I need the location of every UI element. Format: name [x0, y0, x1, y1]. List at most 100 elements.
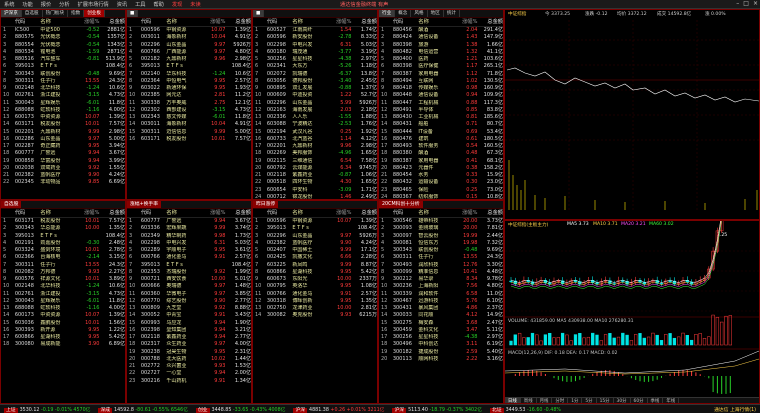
- table-row[interactable]: 7 300343 联创股份 -0.48 9.69亿: [1, 71, 125, 78]
- column-header[interactable]: 涨幅%: [206, 209, 225, 217]
- table-row[interactable]: 2 300343 华总能源 10.00 1.35亿: [1, 225, 125, 232]
- panel-title[interactable]: 昨日涨停: [253, 201, 279, 208]
- table-row[interactable]: 4 880534 锂电池 -1.59 2871亿: [1, 49, 125, 56]
- table-row[interactable]: 9 600673 东阳光 10.00 2337万: [253, 276, 377, 283]
- table-row[interactable]: 6 002425 凯撒文化 6.66 2.28亿: [253, 254, 377, 261]
- panel-c-label[interactable]: ■: [253, 10, 265, 17]
- index-quote[interactable]: 北证 3449.53 -16.60 -0.48%: [486, 406, 565, 413]
- table-row[interactable]: 15 002201 九鼎新材 9.99 2.98亿: [1, 129, 125, 136]
- table-row[interactable]: 8 002082 万邦德 9.93 2.27亿: [1, 269, 125, 276]
- table-row[interactable]: 16 880476 建筑 0.61 180.5亿: [379, 136, 503, 143]
- table-row[interactable]: 5 002289 宇顺电子 9.95 3.61亿: [127, 247, 251, 254]
- column-header[interactable]: 涨幅%: [206, 18, 225, 26]
- table-row[interactable]: 6 000766 通化金马 9.91 2.57亿: [127, 254, 251, 261]
- close-icon[interactable]: ×: [753, 0, 758, 7]
- table-row[interactable]: 3 880398 旅游 1.38 1.66亿: [379, 42, 503, 49]
- table-row[interactable]: 11 600360 华微电子 9.97 3.85亿: [127, 291, 251, 298]
- column-header[interactable]: 总金额: [351, 209, 377, 217]
- panel-title[interactable]: 涨幅+换手率: [127, 201, 162, 208]
- table-row[interactable]: 2 880575 光伏概念 -0.54 1357亿: [1, 34, 125, 41]
- table-row[interactable]: 4 600180 瑞茂通 -3.77 3.19亿: [253, 49, 377, 56]
- column-header[interactable]: 名称: [418, 18, 451, 26]
- table-row[interactable]: 14 880431 船舶 0.71 80.7亿: [379, 121, 503, 128]
- table-row[interactable]: 4 002298 中电兴发 6.31 5.03亿: [127, 240, 251, 247]
- table-row[interactable]: 6 300311 任子行 13.55 24.3亿: [379, 254, 503, 261]
- tab-index[interactable]: 指数: [68, 10, 85, 17]
- table-row[interactable]: 13 688088 虹软科技 -1.16 4.00亿: [1, 305, 125, 312]
- column-header[interactable]: 总金额: [477, 18, 503, 26]
- table-row[interactable]: 12 300467 迅游科技 5.76 6.10亿: [379, 298, 503, 305]
- table-row[interactable]: 15 880444 IT设备 0.69 53.4亿: [379, 129, 503, 136]
- menu-item-function[interactable]: 功能: [18, 1, 36, 8]
- table-row[interactable]: 18 300496 中科创达 3.11 6.19亿: [379, 341, 503, 348]
- column-header[interactable]: 代码: [15, 209, 41, 217]
- table-row[interactable]: 19 000858 华富股份 9.94 3.99亿: [1, 158, 125, 165]
- menu-item-discover[interactable]: 发现: [168, 1, 186, 8]
- table-row[interactable]: 23 300216 千山药机 9.91 1.34亿: [127, 378, 251, 385]
- table-row[interactable]: 12 002302 西部建设 -3.15 4.73亿: [127, 107, 251, 114]
- table-row[interactable]: 4 002382 蓝帆医疗 9.90 4.24亿: [253, 240, 377, 247]
- table-row[interactable]: 10 600666 奥瑞德 9.97 1.48亿: [127, 283, 251, 290]
- table-row[interactable]: 4 880482 电信运营 1.32 41.1亿: [379, 49, 503, 56]
- table-row[interactable]: 18 600777 广誉远 9.94 3.67亿: [1, 150, 125, 157]
- table-row[interactable]: 15 300311 迈信信息 9.99 5.00亿: [127, 129, 251, 136]
- table-row[interactable]: 2 003011 海象新材 10.04 4.91亿: [127, 34, 251, 41]
- table-row[interactable]: 7 002072 凯瑞德 -6.37 13.8亿: [253, 71, 377, 78]
- table-row[interactable]: 1 600527 江南高纤 1.54 1.74亿: [253, 27, 377, 34]
- table-row[interactable]: 12 300043 星辉娱乐 -6.01 11.8亿: [1, 298, 125, 305]
- column-header[interactable]: 总金额: [99, 209, 125, 217]
- table-row[interactable]: 19 300182 捷成股份 2.59 5.40亿: [379, 349, 503, 356]
- table-row[interactable]: 5 300256 星星科技 -4.38 2.97亿: [253, 56, 377, 63]
- column-header[interactable]: 名称: [418, 209, 451, 217]
- column-header[interactable]: 总金额: [99, 18, 125, 26]
- table-row[interactable]: 15 002194 武汉凡谷 0.25 1.92亿: [253, 129, 377, 136]
- column-header[interactable]: 名称: [40, 209, 73, 217]
- table-row[interactable]: 6 880398 医疗保健 1.17 265.1亿: [379, 63, 503, 70]
- table-row[interactable]: 6 002341 大东方 -5.26 1.18亿: [253, 63, 377, 70]
- table-row[interactable]: 11 880447 工程机械 0.88 117.3亿: [379, 100, 503, 107]
- column-header[interactable]: 总金额: [351, 18, 377, 26]
- table-row[interactable]: 9 600576 祥源文化 10.01 3.89亿: [1, 276, 125, 283]
- table-row[interactable]: 3 002298 中电兴发 6.31 5.03亿: [253, 42, 377, 49]
- table-row[interactable]: 16 300393 新开源 9.95 1.22亿: [1, 327, 125, 334]
- table-row[interactable]: 14 300052 中青宝 9.91 3.43亿: [127, 312, 251, 319]
- tab-gem[interactable]: 创业板: [84, 10, 105, 17]
- column-header[interactable]: 总金额: [225, 209, 251, 217]
- table-row[interactable]: 19 300238 冠昊生物 9.95 2.31亿: [127, 349, 251, 356]
- table-row[interactable]: 14 603088 宁波精达 -2.53 1.76亿: [253, 121, 377, 128]
- table-row[interactable]: 14 300082 奥克股份 9.93 6215万: [253, 312, 377, 319]
- table-row[interactable]: 1 300546 雄帝科技 20.00 3.73亿: [379, 218, 503, 225]
- table-row[interactable]: 1 600777 广誉远 9.94 3.67亿: [127, 218, 251, 225]
- column-header[interactable]: 名称: [292, 209, 325, 217]
- table-row[interactable]: 13 880430 工业机械 0.81 185.6亿: [379, 114, 503, 121]
- table-row[interactable]: 7 002140 华东科技 -1.24 10.6亿: [127, 71, 251, 78]
- table-row[interactable]: 3 002349 精华制药 9.98 1.73亿: [127, 233, 251, 240]
- menu-item-news[interactable]: 资讯: [113, 1, 131, 8]
- table-row[interactable]: 7 880387 家用电器 1.12 71.8亿: [379, 71, 503, 78]
- column-header[interactable]: 涨幅%: [458, 209, 477, 217]
- table-row[interactable]: 16 300459 金科文化 3.47 5.11亿: [379, 327, 503, 334]
- table-row[interactable]: 3 002296 山东金晶 9.97 5926万: [127, 42, 251, 49]
- table-row[interactable]: 13 600173 中资资源 10.07 1.39亿: [1, 114, 125, 121]
- table-row[interactable]: 22 002727 一心堂 9.94 2.00亿: [127, 370, 251, 377]
- column-header[interactable]: 代码: [141, 18, 167, 26]
- table-row[interactable]: 17 300256 星星科技 -4.38 2.97亿: [379, 334, 503, 341]
- table-row[interactable]: 16 002286 山东金晶 9.97 5.00亿: [1, 136, 125, 143]
- column-header[interactable]: 代码: [267, 209, 293, 217]
- table-row[interactable]: 5 002407 中国稀土 9.99 17.1亿: [253, 247, 377, 254]
- table-row[interactable]: 2 603336 宏辉果蔬 9.99 3.74亿: [127, 225, 251, 232]
- table-row[interactable]: 16 600733 北汽蓝谷 1.14 4.12亿: [253, 136, 377, 143]
- column-header[interactable]: 名称: [166, 209, 199, 217]
- table-row[interactable]: 21 880454 水务 0.33 15.9亿: [379, 172, 503, 179]
- tab-concept[interactable]: 概念: [395, 10, 412, 17]
- column-header[interactable]: 总金额: [477, 209, 503, 217]
- table-row[interactable]: 17 002118 紫鑫药业 9.94 2.77亿: [127, 334, 251, 341]
- table-row[interactable]: 1 603171 税友股份 10.01 7.57亿: [1, 218, 125, 225]
- column-header[interactable]: 代码: [141, 209, 167, 217]
- table-row[interactable]: 6 002366 台海核电 -2.14 3.15亿: [1, 254, 125, 261]
- table-row[interactable]: 3 395013 E T F s 108.4亿: [1, 233, 125, 240]
- table-row[interactable]: 17 600866 星湖科技 9.95 5.42亿: [1, 334, 125, 341]
- table-row[interactable]: 9 002148 北华科技 -1.24 10.6亿: [1, 85, 125, 92]
- table-row[interactable]: 20 002038 双鹭药业 9.92 1.55亿: [1, 165, 125, 172]
- table-row[interactable]: 16 603171 税友股份 10.01 7.57亿: [127, 136, 251, 143]
